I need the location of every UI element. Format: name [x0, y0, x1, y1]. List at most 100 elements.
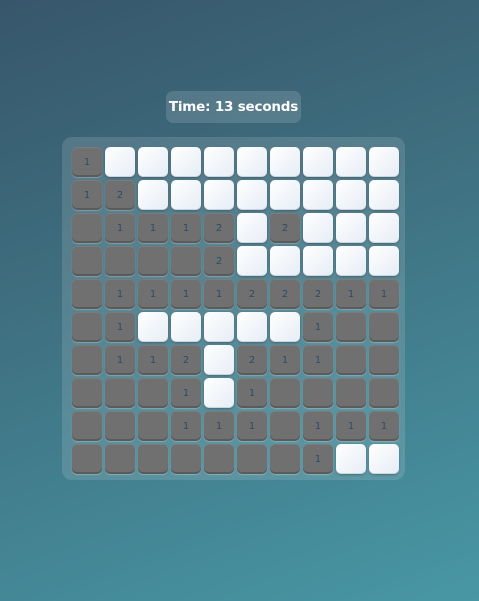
grid-cell-r0-c8[interactable] [336, 147, 366, 177]
grid-cell-r4-c5: 2 [237, 279, 267, 309]
grid-cell-r5-c3[interactable] [171, 312, 201, 342]
grid-cell-r0-c5[interactable] [237, 147, 267, 177]
grid-cell-r6-c5: 2 [237, 345, 267, 375]
grid-cell-r0-c9[interactable] [369, 147, 399, 177]
grid-cell-r6-c7: 1 [303, 345, 333, 375]
grid-cell-r5-c4[interactable] [204, 312, 234, 342]
grid-cell-r6-c9 [369, 345, 399, 375]
grid-cell-r8-c4: 1 [204, 411, 234, 441]
grid-cell-r0-c6[interactable] [270, 147, 300, 177]
grid-cell-r1-c3[interactable] [171, 180, 201, 210]
grid-cell-r0-c4[interactable] [204, 147, 234, 177]
grid-cell-r1-c7[interactable] [303, 180, 333, 210]
grid-cell-r3-c4: 2 [204, 246, 234, 276]
grid-cell-r9-c4 [204, 444, 234, 474]
grid-cell-r9-c0 [72, 444, 102, 474]
grid-cell-r5-c2[interactable] [138, 312, 168, 342]
grid-cell-r2-c0 [72, 213, 102, 243]
grid-cell-r4-c8: 1 [336, 279, 366, 309]
grid-cell-r0-c3[interactable] [171, 147, 201, 177]
grid-cell-r2-c3: 1 [171, 213, 201, 243]
grid-cell-r6-c0 [72, 345, 102, 375]
grid-cell-r4-c7: 2 [303, 279, 333, 309]
grid-cell-r2-c2: 1 [138, 213, 168, 243]
grid-cell-r2-c9[interactable] [369, 213, 399, 243]
grid-cell-r5-c7: 1 [303, 312, 333, 342]
minesweeper-grid: 11211122211112221111112211111111111 [72, 147, 399, 474]
grid-cell-r1-c1: 2 [105, 180, 135, 210]
grid-cell-r0-c2[interactable] [138, 147, 168, 177]
grid-cell-r8-c3: 1 [171, 411, 201, 441]
grid-cell-r5-c1: 1 [105, 312, 135, 342]
grid-cell-r3-c0 [72, 246, 102, 276]
grid-cell-r9-c2 [138, 444, 168, 474]
grid-cell-r3-c6[interactable] [270, 246, 300, 276]
grid-cell-r9-c6 [270, 444, 300, 474]
grid-cell-r8-c1 [105, 411, 135, 441]
grid-cell-r5-c8 [336, 312, 366, 342]
grid-cell-r4-c3: 1 [171, 279, 201, 309]
grid-cell-r6-c2: 1 [138, 345, 168, 375]
grid-cell-r4-c9: 1 [369, 279, 399, 309]
grid-cell-r2-c1: 1 [105, 213, 135, 243]
grid-cell-r3-c7[interactable] [303, 246, 333, 276]
grid-cell-r1-c5[interactable] [237, 180, 267, 210]
grid-cell-r8-c8: 1 [336, 411, 366, 441]
grid-cell-r3-c9[interactable] [369, 246, 399, 276]
grid-cell-r1-c2[interactable] [138, 180, 168, 210]
grid-cell-r8-c9: 1 [369, 411, 399, 441]
grid-cell-r8-c2 [138, 411, 168, 441]
grid-cell-r4-c4: 1 [204, 279, 234, 309]
grid-cell-r4-c1: 1 [105, 279, 135, 309]
timer-display: Time: 13 seconds [166, 91, 301, 123]
grid-cell-r2-c4: 2 [204, 213, 234, 243]
grid-cell-r0-c7[interactable] [303, 147, 333, 177]
grid-cell-r9-c9[interactable] [369, 444, 399, 474]
grid-cell-r3-c2 [138, 246, 168, 276]
grid-cell-r9-c3 [171, 444, 201, 474]
grid-cell-r0-c1[interactable] [105, 147, 135, 177]
grid-cell-r7-c6 [270, 378, 300, 408]
grid-cell-r3-c8[interactable] [336, 246, 366, 276]
grid-cell-r1-c8[interactable] [336, 180, 366, 210]
grid-cell-r2-c5[interactable] [237, 213, 267, 243]
grid-cell-r4-c0 [72, 279, 102, 309]
grid-cell-r8-c7: 1 [303, 411, 333, 441]
grid-cell-r6-c3: 2 [171, 345, 201, 375]
grid-cell-r6-c6: 1 [270, 345, 300, 375]
grid-cell-r0-c0: 1 [72, 147, 102, 177]
grid-cell-r1-c0: 1 [72, 180, 102, 210]
grid-cell-r5-c5[interactable] [237, 312, 267, 342]
grid-cell-r4-c2: 1 [138, 279, 168, 309]
grid-cell-r6-c1: 1 [105, 345, 135, 375]
game-board: 11211122211112221111112211111111111 [62, 137, 405, 480]
grid-cell-r9-c5 [237, 444, 267, 474]
grid-cell-r9-c8[interactable] [336, 444, 366, 474]
grid-cell-r1-c6[interactable] [270, 180, 300, 210]
grid-cell-r6-c4[interactable] [204, 345, 234, 375]
grid-cell-r7-c4[interactable] [204, 378, 234, 408]
grid-cell-r8-c6 [270, 411, 300, 441]
grid-cell-r7-c3: 1 [171, 378, 201, 408]
grid-cell-r9-c1 [105, 444, 135, 474]
grid-cell-r7-c2 [138, 378, 168, 408]
grid-cell-r2-c7[interactable] [303, 213, 333, 243]
grid-cell-r7-c9 [369, 378, 399, 408]
grid-cell-r3-c5[interactable] [237, 246, 267, 276]
grid-cell-r7-c1 [105, 378, 135, 408]
grid-cell-r3-c3 [171, 246, 201, 276]
grid-cell-r2-c6: 2 [270, 213, 300, 243]
grid-cell-r7-c7 [303, 378, 333, 408]
grid-cell-r5-c0 [72, 312, 102, 342]
grid-cell-r4-c6: 2 [270, 279, 300, 309]
grid-cell-r2-c8[interactable] [336, 213, 366, 243]
grid-cell-r8-c5: 1 [237, 411, 267, 441]
grid-cell-r7-c5: 1 [237, 378, 267, 408]
grid-cell-r8-c0 [72, 411, 102, 441]
grid-cell-r1-c9[interactable] [369, 180, 399, 210]
grid-cell-r7-c8 [336, 378, 366, 408]
grid-cell-r9-c7: 1 [303, 444, 333, 474]
grid-cell-r5-c6[interactable] [270, 312, 300, 342]
grid-cell-r6-c8 [336, 345, 366, 375]
grid-cell-r1-c4[interactable] [204, 180, 234, 210]
